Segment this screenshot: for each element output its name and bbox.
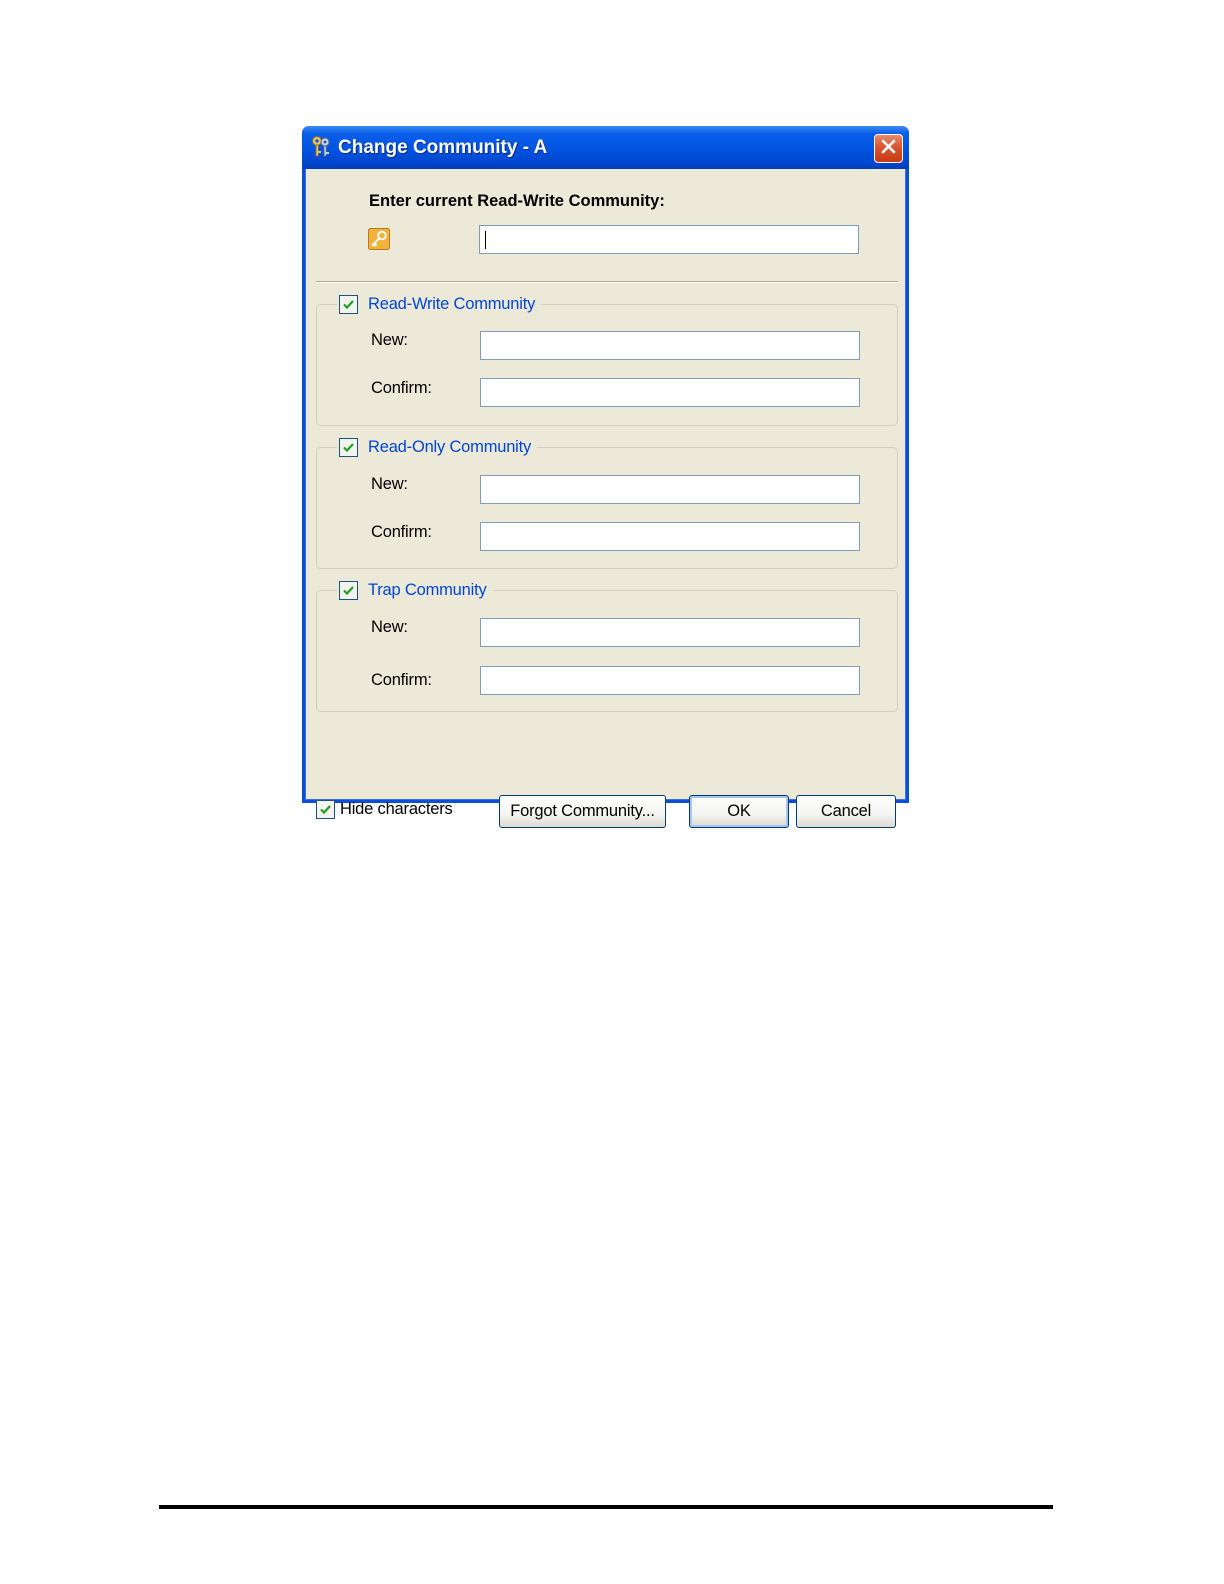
change-community-dialog: Change Community - A Enter current Read-… (302, 126, 909, 828)
read-write-community-checkbox[interactable] (339, 294, 358, 314)
checkmark-icon (320, 805, 331, 815)
read-write-community-group: Read-Write Community New: Confirm: (316, 291, 898, 426)
dialog-body: Enter current Read-Write Community: Read… (305, 169, 906, 828)
read-only-new-label: New: (371, 475, 408, 493)
read-only-new-input[interactable] (480, 475, 860, 504)
checkmark-icon (343, 585, 354, 595)
ok-button[interactable]: OK (689, 795, 789, 828)
trap-community-header[interactable]: Trap Community (337, 577, 493, 603)
read-write-confirm-input[interactable] (480, 378, 860, 407)
checkmark-icon (343, 442, 354, 452)
dialog-title: Change Community - A (338, 137, 548, 158)
title-bar[interactable]: Change Community - A (302, 126, 909, 169)
trap-community-checkbox[interactable] (339, 580, 358, 600)
trap-confirm-label: Confirm: (371, 671, 432, 689)
key-icon (368, 228, 390, 250)
trap-community-group: Trap Community New: Confirm: (316, 577, 898, 712)
trap-new-label: New: (371, 618, 408, 636)
hide-characters-label: Hide characters (340, 800, 453, 818)
checkmark-icon (343, 299, 354, 309)
read-write-new-label: New: (371, 331, 408, 349)
current-community-prompt: Enter current Read-Write Community: (369, 192, 665, 210)
read-only-community-checkbox[interactable] (339, 437, 358, 457)
page-footer-rule (159, 1505, 1053, 1509)
close-button[interactable] (874, 134, 903, 163)
read-write-community-label: Read-Write Community (368, 294, 536, 313)
read-only-community-label: Read-Only Community (368, 437, 532, 456)
trap-new-input[interactable] (480, 618, 860, 647)
read-only-confirm-input[interactable] (480, 522, 860, 551)
read-only-confirm-label: Confirm: (371, 523, 432, 541)
read-only-community-group: Read-Only Community New: Confirm: (316, 434, 898, 569)
hide-characters-checkbox[interactable] (316, 800, 335, 819)
current-community-input[interactable] (479, 225, 859, 254)
keys-icon (310, 135, 332, 159)
hide-characters-option[interactable]: Hide characters (316, 800, 453, 819)
read-write-new-input[interactable] (480, 331, 860, 360)
trap-community-label: Trap Community (368, 580, 487, 599)
read-write-confirm-label: Confirm: (371, 379, 432, 397)
separator (316, 281, 898, 283)
forgot-community-button[interactable]: Forgot Community... (499, 795, 666, 828)
read-write-community-header[interactable]: Read-Write Community (337, 291, 542, 317)
close-icon (880, 138, 897, 160)
read-only-community-header[interactable]: Read-Only Community (337, 434, 538, 460)
cancel-button[interactable]: Cancel (796, 795, 896, 828)
text-caret (485, 231, 486, 249)
trap-confirm-input[interactable] (480, 666, 860, 695)
